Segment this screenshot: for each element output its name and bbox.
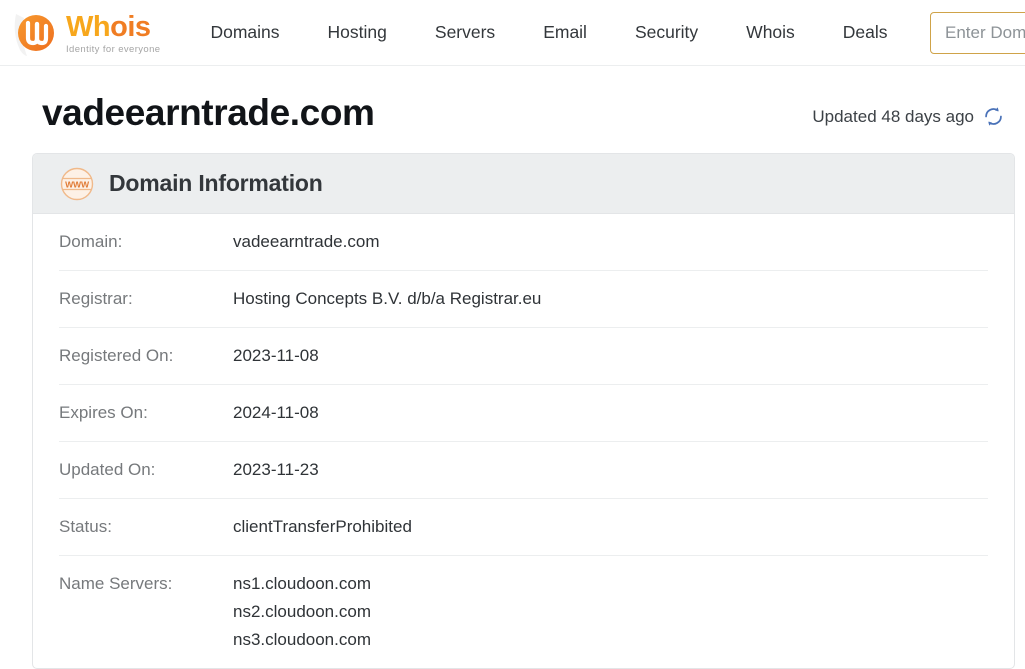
brand-text: Whois Identity for everyone	[66, 11, 160, 55]
nav-email[interactable]: Email	[519, 16, 611, 49]
row-label: Registered On:	[59, 346, 174, 366]
whois-circle-logo-icon	[10, 8, 60, 58]
nav-deals[interactable]: Deals	[819, 16, 912, 49]
row-value: vadeearntrade.com	[233, 232, 380, 251]
nav-domains[interactable]: Domains	[186, 16, 303, 49]
row-value: Hosting Concepts B.V. d/b/a Registrar.eu	[233, 289, 542, 309]
table-row: Expires On: 2024-11-08	[59, 385, 988, 443]
brand-name: Whois	[66, 10, 160, 43]
brand-tagline: Identity for everyone	[66, 43, 161, 55]
brand-logo-link[interactable]: Whois Identity for everyone	[10, 8, 160, 58]
brand-name-part3: is	[127, 10, 151, 43]
row-label: Expires On:	[59, 403, 148, 423]
table-row: Updated On: 2023-11-23	[59, 442, 988, 500]
table-row: Status: clientTransferProhibited	[59, 499, 988, 557]
row-value: 2023-11-23	[233, 460, 319, 480]
domain-search-input[interactable]	[930, 12, 1025, 54]
refresh-icon	[983, 106, 1004, 127]
site-header: Whois Identity for everyone Domains Host…	[0, 0, 1025, 66]
table-row: Registrar: Hosting Concepts B.V. d/b/a R…	[59, 271, 988, 329]
nav-servers[interactable]: Servers	[411, 16, 519, 49]
nav-security[interactable]: Security	[611, 16, 722, 49]
table-row: Domain: vadeearntrade.com	[59, 214, 988, 272]
row-value: 2023-11-08	[233, 346, 319, 366]
nav-whois[interactable]: Whois	[722, 16, 819, 49]
name-server-item: ns2.cloudoon.com	[233, 602, 371, 622]
card-body: Domain: vadeearntrade.com Registrar: Hos…	[33, 214, 1014, 668]
brand-name-part2: o	[110, 10, 128, 43]
row-label: Updated On:	[59, 460, 156, 480]
row-label: Registrar:	[59, 289, 133, 309]
row-value: 2024-11-08	[233, 403, 319, 423]
domain-information-card: WWW Domain Information Domain: vadeearnt…	[32, 153, 1015, 669]
brand-name-part1: Wh	[66, 10, 111, 43]
refresh-button[interactable]	[983, 106, 1004, 127]
page-title: vadeearntrade.com	[42, 92, 375, 134]
card-header: WWW Domain Information	[33, 154, 1014, 214]
table-row-name-servers: Name Servers: ns1.cloudoon.com ns2.cloud…	[59, 556, 988, 668]
www-globe-icon: WWW	[59, 166, 95, 202]
svg-text:WWW: WWW	[65, 179, 90, 189]
main-navigation: Domains Hosting Servers Email Security W…	[186, 16, 1025, 49]
nav-hosting[interactable]: Hosting	[304, 16, 411, 49]
card-title: Domain Information	[109, 170, 323, 196]
row-label: Name Servers:	[59, 574, 173, 594]
title-row: vadeearntrade.com Updated 48 days ago	[0, 66, 1025, 134]
header-search	[930, 12, 1025, 54]
updated-text: Updated 48 days ago	[812, 106, 974, 126]
updated-status: Updated 48 days ago	[812, 106, 1013, 134]
row-label: Status:	[59, 517, 112, 537]
name-server-item: ns3.cloudoon.com	[233, 630, 371, 650]
row-label: Domain:	[59, 232, 123, 251]
row-value: clientTransferProhibited	[233, 517, 412, 537]
table-row: Registered On: 2023-11-08	[59, 328, 988, 386]
page-content: vadeearntrade.com Updated 48 days ago WW…	[0, 66, 1025, 669]
name-servers-list: ns1.cloudoon.com ns2.cloudoon.com ns3.cl…	[233, 570, 988, 654]
name-server-item: ns1.cloudoon.com	[233, 574, 371, 594]
